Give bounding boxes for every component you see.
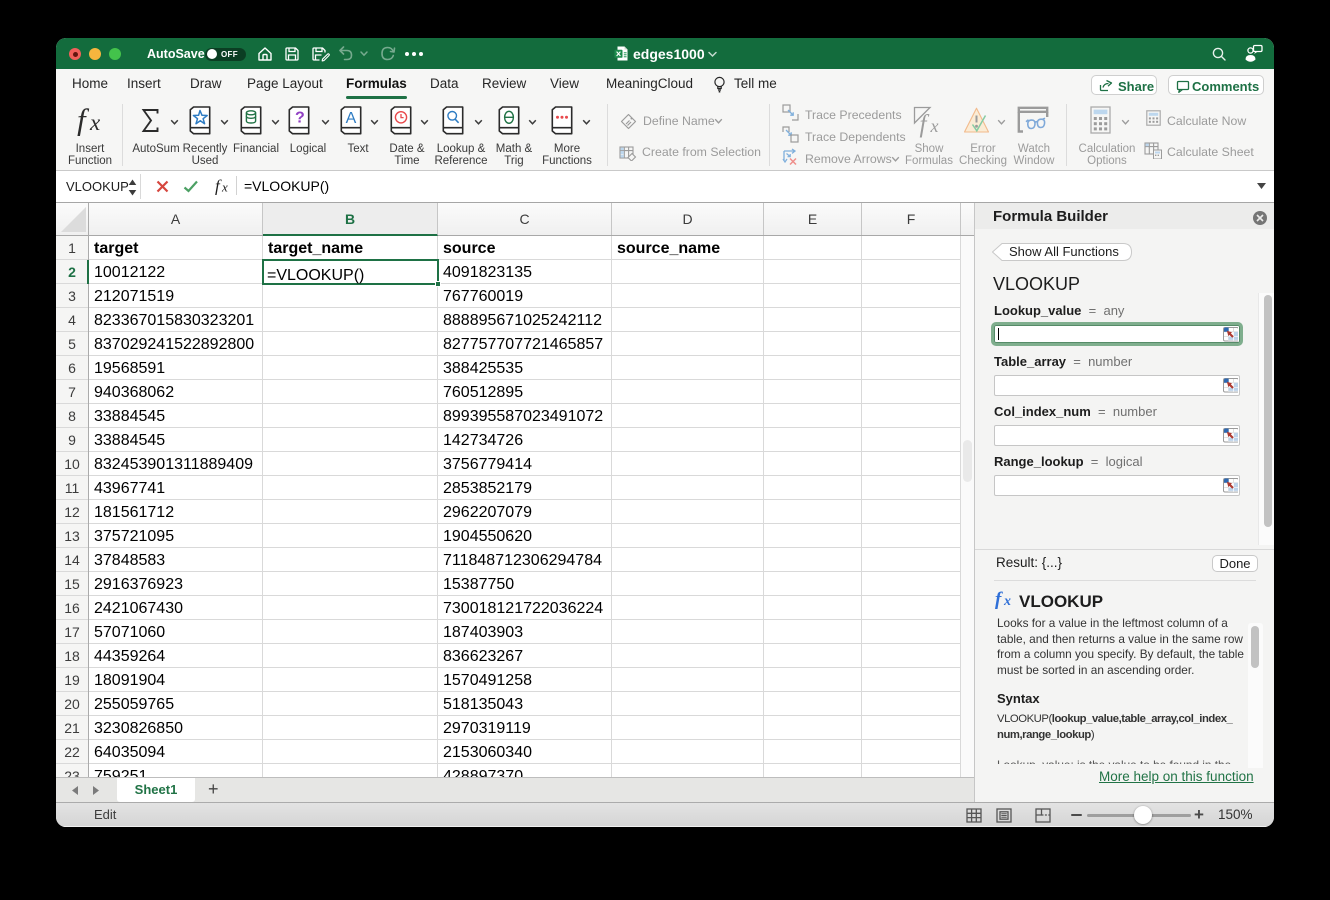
svg-text:A: A (346, 110, 357, 127)
svg-text:x: x (1003, 594, 1011, 609)
svg-text:x: x (89, 110, 101, 135)
svg-text:f: f (995, 589, 1003, 610)
svg-text:Show All Functions: Show All Functions (1009, 244, 1119, 259)
svg-text:f: f (920, 111, 930, 138)
svg-text:?: ? (295, 110, 305, 127)
svg-text:x: x (221, 180, 228, 195)
svg-text:x: x (930, 116, 939, 136)
svg-text:f: f (77, 104, 90, 136)
svg-text:f: f (215, 177, 222, 196)
